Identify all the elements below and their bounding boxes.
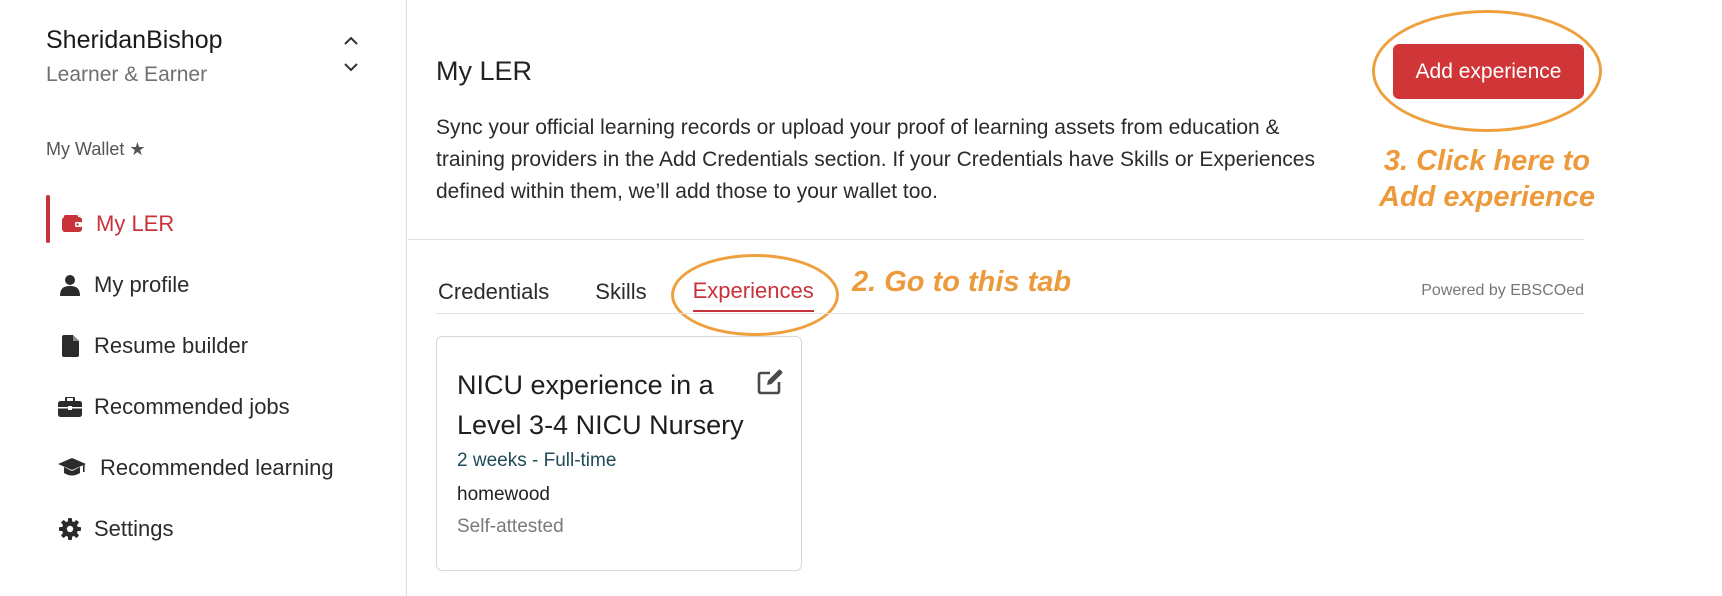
experience-card[interactable]: NICU experience in a Level 3-4 NICU Nurs…: [436, 336, 802, 571]
briefcase-icon: [58, 395, 82, 419]
tabs-divider: [436, 313, 1584, 314]
sidebar: SheridanBishop Learner & Earner My Walle…: [0, 0, 407, 596]
experience-status: Self-attested: [457, 516, 564, 537]
sidebar-item-label: Settings: [94, 515, 174, 541]
annotation-add-experience-hint: 3. Click here to Add experience: [1379, 145, 1595, 213]
experience-title: NICU experience in a Level 3-4 NICU Nurs…: [457, 370, 744, 440]
sidebar-item-recommended-learning[interactable]: Recommended learning: [46, 437, 376, 498]
sidebar-item-label: My LER: [96, 210, 175, 236]
sidebar-item-label: Recommended learning: [100, 454, 334, 480]
sidebar-item-label: Resume builder: [94, 332, 249, 358]
sidebar-item-my-ler[interactable]: My LER: [46, 193, 376, 254]
experience-duration: 2 weeks - Full-time: [457, 450, 617, 471]
sidebar-item-label: My profile: [94, 271, 190, 297]
user-name: SheridanBishop: [46, 26, 223, 54]
sidebar-item-recommended-jobs[interactable]: Recommended jobs: [46, 376, 376, 437]
add-experience-button[interactable]: Add experience: [1393, 44, 1584, 99]
wallet-icon: [60, 212, 84, 236]
edit-icon[interactable]: [757, 369, 783, 395]
powered-by-label: Powered by EBSCOed: [1421, 282, 1584, 299]
sidebar-nav: My LER My profile Resume builder Recomme…: [46, 193, 376, 559]
experience-location: homewood: [457, 484, 550, 505]
page-description: Sync your official learning records or u…: [436, 116, 1315, 203]
user-role: Learner & Earner: [46, 63, 208, 86]
tab-credentials[interactable]: Credentials: [438, 279, 549, 311]
sidebar-item-settings[interactable]: Settings: [46, 498, 376, 559]
sidebar-item-my-profile[interactable]: My profile: [46, 254, 376, 315]
chevron-up-down-icon[interactable]: [340, 36, 362, 72]
wallet-section-label: My Wallet ★: [46, 139, 146, 159]
page-title: My LER: [436, 56, 533, 86]
tab-skills[interactable]: Skills: [595, 279, 646, 311]
document-icon: [58, 334, 82, 358]
annotation-circle-tab: [671, 254, 839, 336]
annotation-tab-hint: 2. Go to this tab: [852, 266, 1072, 298]
graduation-cap-icon: [58, 456, 86, 480]
sidebar-item-resume-builder[interactable]: Resume builder: [46, 315, 376, 376]
person-icon: [58, 273, 82, 297]
gear-icon: [58, 517, 82, 541]
header-divider: [408, 239, 1584, 240]
sidebar-item-label: Recommended jobs: [94, 393, 290, 419]
